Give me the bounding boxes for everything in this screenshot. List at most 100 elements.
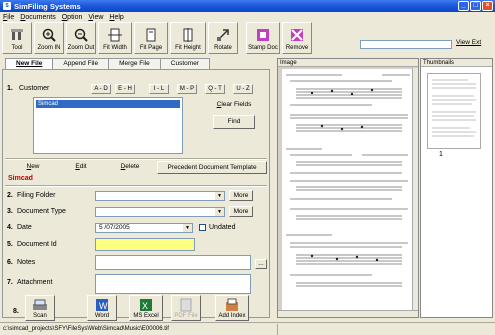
date-value: 5 /07/2005	[99, 224, 130, 231]
add-index-button[interactable]: Add Index	[215, 295, 249, 321]
chevron-down-icon: ▼	[183, 224, 192, 232]
stamp-icon	[255, 27, 271, 43]
find-button[interactable]: Find	[213, 115, 255, 129]
alpha-button-a-d[interactable]: A - D	[91, 84, 111, 94]
attachment-number: 7.	[7, 279, 13, 286]
image-vertical-scrollbar[interactable]	[412, 68, 418, 311]
menu-view[interactable]: View	[88, 14, 103, 21]
scanner-icon	[32, 298, 48, 312]
menu-help[interactable]: Help	[109, 14, 123, 21]
notes-field[interactable]	[95, 255, 251, 270]
image-pane: Image	[277, 58, 419, 318]
status-file-path: c:\simcad_projects\SFY\FileSys\Web\Simca…	[3, 326, 169, 332]
window-title: SimFiling Systems	[14, 1, 81, 11]
date-number: 4.	[7, 224, 13, 231]
minimize-button[interactable]: _	[458, 1, 469, 11]
maximize-button[interactable]: □	[470, 1, 481, 11]
divider	[5, 185, 267, 187]
thumbnails-pane: Thumbnails 1	[420, 58, 493, 318]
customer-list[interactable]: Simcad	[33, 97, 183, 154]
document-type-more-button[interactable]: More	[229, 206, 253, 217]
menu-file[interactable]: File	[3, 14, 14, 21]
current-customer: Simcad	[8, 175, 33, 182]
customer-label: Customer	[19, 85, 50, 92]
alpha-button-m-p[interactable]: M - P	[177, 84, 197, 94]
document-id-field[interactable]	[95, 238, 195, 251]
fit-height-button[interactable]: Fit Height	[170, 22, 206, 54]
search-input[interactable]	[360, 40, 452, 49]
remove-icon	[289, 27, 305, 43]
menu-documents[interactable]: Documents	[20, 14, 55, 21]
notes-label: Notes	[17, 259, 36, 266]
date-picker[interactable]: 5 /07/2005 ▼	[95, 223, 193, 233]
list-item[interactable]: Simcad	[36, 100, 180, 108]
svg-text:X: X	[142, 301, 148, 311]
status-bar: c:\simcad_projects\SFY\FileSys\Web\Simca…	[0, 322, 495, 335]
toolbar: Tool Zoom IN Zoom Out Fit Width Fit Page	[2, 22, 493, 56]
clear-fields-button[interactable]: Clear Fields	[211, 99, 257, 111]
fit-width-button[interactable]: Fit Width	[98, 22, 132, 54]
image-pane-header: Image	[278, 59, 418, 67]
zoom-in-icon	[41, 27, 57, 43]
zoom-out-icon	[73, 27, 89, 43]
delete-button[interactable]: Delete	[115, 161, 145, 173]
remove-button[interactable]: Remove	[282, 22, 312, 54]
fit-page-button[interactable]: Fit Page	[134, 22, 168, 54]
alpha-button-q-t[interactable]: Q - T	[205, 84, 225, 94]
file-buttons-number: 8.	[13, 308, 19, 315]
menu-option[interactable]: Option	[62, 14, 83, 21]
document-type-number: 3.	[7, 208, 13, 215]
alpha-button-i-l[interactable]: I - L	[149, 84, 169, 94]
word-button[interactable]: W Word	[87, 295, 117, 321]
rotate-button[interactable]: Rotate	[208, 22, 238, 54]
filing-panel: New File Append File Merge File Customer…	[2, 58, 272, 321]
svg-text:W: W	[99, 301, 108, 311]
pdf-icon	[178, 298, 194, 312]
zoom-in-button[interactable]: Zoom IN	[34, 22, 64, 54]
filing-folder-label: Filing Folder	[17, 192, 56, 199]
scan-button[interactable]: Scan	[25, 295, 55, 321]
page-thumbnail[interactable]	[427, 73, 481, 149]
menu-bar: File Documents Option View Help	[0, 12, 495, 22]
customer-number: 1.	[7, 85, 13, 92]
chevron-down-icon: ▼	[215, 192, 224, 200]
tab-merge-file[interactable]: Merge File	[108, 58, 161, 69]
app-window: S SimFiling Systems _ □ × File Documents…	[0, 0, 495, 335]
date-label: Date	[17, 224, 32, 231]
precedent-template-button[interactable]: Precedent Document Template	[157, 161, 267, 174]
new-button[interactable]: New	[23, 161, 43, 173]
pdf-file-button[interactable]: PDF File	[171, 295, 201, 321]
tab-customer[interactable]: Customer	[159, 58, 210, 69]
filing-folder-select[interactable]: ▼	[95, 191, 225, 201]
attachment-field[interactable]	[95, 274, 251, 294]
stamp-doc-button[interactable]: Stamp Doc	[246, 22, 280, 54]
fit-height-icon	[180, 27, 196, 43]
filing-folder-more-button[interactable]: More	[229, 190, 253, 201]
add-index-icon	[224, 298, 240, 312]
chevron-down-icon: ▼	[215, 208, 224, 216]
divider	[5, 158, 267, 160]
alpha-button-u-z[interactable]: U - Z	[233, 84, 253, 94]
thumbnails-header: Thumbnails	[421, 59, 492, 67]
notes-browse-button[interactable]: ...	[255, 259, 267, 269]
tab-append-file[interactable]: Append File	[52, 58, 110, 69]
edit-button[interactable]: Edit	[71, 161, 91, 173]
document-image[interactable]	[282, 69, 416, 313]
document-id-number: 5.	[7, 241, 13, 248]
close-button[interactable]: ×	[482, 1, 493, 11]
fit-width-icon	[107, 27, 123, 43]
file-tabs: New File Append File Merge File Customer	[5, 58, 210, 70]
zoom-out-button[interactable]: Zoom Out	[66, 22, 96, 54]
document-type-select[interactable]: ▼	[95, 207, 225, 217]
excel-button[interactable]: X MS Excel	[129, 295, 163, 321]
alpha-button-e-h[interactable]: E - H	[115, 84, 135, 94]
tab-content: 1. Customer A - D E - H I - L M - P Q - …	[2, 69, 270, 321]
window-controls: _ □ ×	[458, 1, 493, 11]
view-ext-link[interactable]: View Ext	[456, 39, 481, 46]
tool-button[interactable]: Tool	[2, 22, 32, 54]
image-horizontal-scrollbar[interactable]	[278, 310, 418, 317]
notes-number: 6.	[7, 259, 13, 266]
filing-folder-number: 2.	[7, 192, 13, 199]
thumbnail-page-number: 1	[439, 151, 443, 158]
undated-checkbox[interactable]	[199, 224, 206, 231]
